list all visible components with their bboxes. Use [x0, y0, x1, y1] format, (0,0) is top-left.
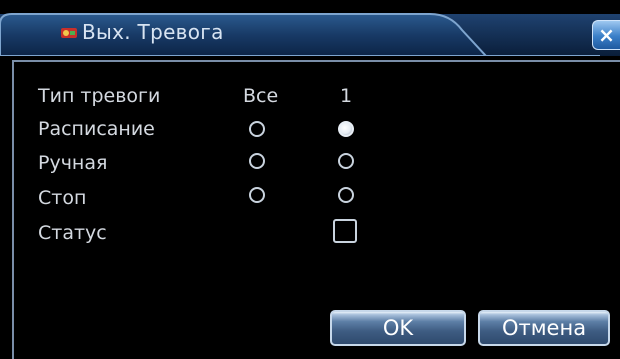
title-bar[interactable]: Вых. Тревога × — [0, 0, 620, 56]
column-all-header: Все — [243, 85, 279, 107]
dialog-title: Вых. Тревога — [82, 20, 224, 44]
manual-channel-1-radio[interactable] — [338, 153, 354, 169]
status-checkbox[interactable] — [333, 219, 357, 243]
status-label: Статус — [38, 222, 107, 244]
alarm-icon — [60, 24, 78, 42]
ok-button[interactable]: OK — [330, 310, 466, 346]
stop-channel-1-radio[interactable] — [338, 187, 354, 203]
close-button[interactable]: × — [592, 20, 620, 50]
schedule-channel-1-radio[interactable] — [338, 121, 354, 137]
manual-label: Ручная — [38, 152, 108, 174]
schedule-all-radio[interactable] — [249, 121, 265, 137]
alarm-type-label: Тип тревоги — [38, 85, 161, 107]
cancel-button[interactable]: Отмена — [478, 310, 610, 346]
stop-all-radio[interactable] — [249, 187, 265, 203]
manual-all-radio[interactable] — [249, 153, 265, 169]
stop-label: Стоп — [38, 187, 87, 209]
schedule-label: Расписание — [38, 118, 155, 140]
alarm-output-dialog: Вых. Тревога × Тип тревоги Все 1 Расписа… — [0, 0, 620, 359]
column-1-header: 1 — [340, 85, 353, 107]
